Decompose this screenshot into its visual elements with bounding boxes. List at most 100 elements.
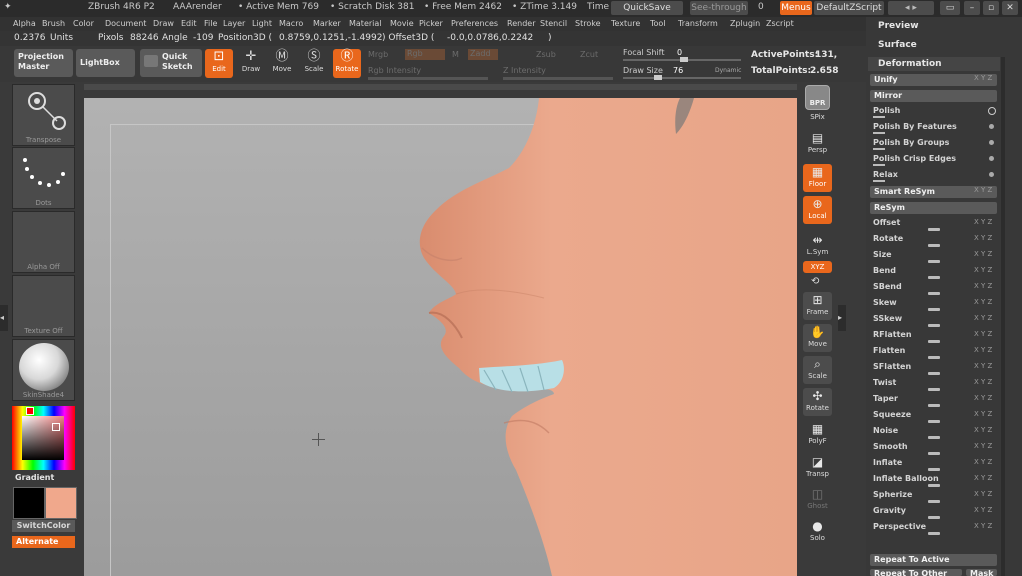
solo-button[interactable]: ● Solo	[803, 518, 832, 546]
deform-flatten-slider[interactable]	[928, 356, 940, 359]
deform-smooth-slider[interactable]	[928, 452, 940, 455]
deform-rflatten-xyz[interactable]: X Y Z	[974, 330, 992, 338]
polish-toggle-icon[interactable]	[988, 107, 996, 115]
deform-spherize-slider[interactable]	[928, 500, 940, 503]
polish-by-features-slider[interactable]	[873, 132, 885, 134]
color-picker-cursor[interactable]	[52, 423, 60, 431]
zadd-button[interactable]: Zadd	[468, 49, 498, 60]
polish-by-groups-slider[interactable]	[873, 148, 885, 150]
menu-texture[interactable]: Texture	[611, 19, 640, 28]
menu-brush[interactable]: Brush	[42, 19, 65, 28]
scale-view-button[interactable]: ⌕ Scale	[803, 356, 832, 384]
deform-rotate-xyz[interactable]: X Y Z	[974, 234, 992, 242]
deform-inflate-balloon-xyz[interactable]: X Y Z	[974, 474, 992, 482]
unify-xyz[interactable]: X Y Z	[974, 74, 992, 82]
mrgb-button[interactable]: Mrgb	[368, 50, 388, 59]
scale-button[interactable]: Ⓢ Scale	[300, 49, 328, 78]
quicksave-button[interactable]: QuickSave	[611, 1, 683, 15]
alpha-slot[interactable]: Alpha Off	[12, 211, 75, 273]
deform-rflatten-slider[interactable]	[928, 340, 940, 343]
minimize-icon[interactable]: –	[964, 1, 980, 15]
deform-perspective-slider[interactable]	[928, 532, 940, 535]
edit-button[interactable]: ⊡ Edit	[205, 49, 233, 78]
deform-inflate-balloon-slider[interactable]	[928, 484, 940, 487]
deform-spherize-xyz[interactable]: X Y Z	[974, 490, 992, 498]
zcut-button[interactable]: Zcut	[580, 50, 598, 59]
rotate-view-button[interactable]: ✣ Rotate	[803, 388, 832, 416]
deformation-header[interactable]: Deformation	[868, 57, 1000, 71]
deform-taper-xyz[interactable]: X Y Z	[974, 394, 992, 402]
polyf-button[interactable]: ▦ PolyF	[803, 421, 832, 449]
lsym-button[interactable]: ⇹ L.Sym	[803, 232, 832, 260]
deform-sbend-slider[interactable]	[928, 292, 940, 295]
deform-offset-xyz[interactable]: X Y Z	[974, 218, 992, 226]
frame-button[interactable]: ⊞ Frame	[803, 292, 832, 320]
move-button[interactable]: Ⓜ Move	[268, 49, 296, 78]
palette-scrollbar[interactable]	[1001, 57, 1005, 576]
deform-smooth-xyz[interactable]: X Y Z	[974, 442, 992, 450]
hue-cursor[interactable]	[26, 407, 34, 415]
color-picker[interactable]	[12, 406, 75, 470]
resym-button[interactable]: ReSym	[870, 202, 997, 214]
menu-zscript[interactable]: Zscript	[766, 19, 794, 28]
quick-sketch-button[interactable]: Quick Sketch	[140, 49, 202, 77]
alternate-button[interactable]: Alternate	[12, 536, 75, 548]
deform-sskew-xyz[interactable]: X Y Z	[974, 314, 992, 322]
z-intensity-slider[interactable]: Z Intensity	[503, 66, 546, 75]
deform-squeeze-xyz[interactable]: X Y Z	[974, 410, 992, 418]
secondary-color-swatch[interactable]	[45, 487, 77, 519]
deform-size-slider[interactable]	[928, 260, 940, 263]
deform-twist-xyz[interactable]: X Y Z	[974, 378, 992, 386]
m-button[interactable]: M	[452, 50, 459, 59]
menu-render[interactable]: Render	[507, 19, 535, 28]
deform-rotate-slider[interactable]	[928, 244, 940, 247]
rgb-intensity-slider[interactable]: Rgb Intensity	[368, 66, 421, 75]
local-button[interactable]: ⊕ Local	[803, 196, 832, 224]
maximize-icon[interactable]: ▫	[983, 1, 999, 15]
deform-skew-xyz[interactable]: X Y Z	[974, 298, 992, 306]
deform-sskew-slider[interactable]	[928, 324, 940, 327]
relax-dot-icon[interactable]	[989, 172, 994, 177]
deform-noise-slider[interactable]	[928, 436, 940, 439]
repeat-to-active-button[interactable]: Repeat To Active	[870, 554, 997, 566]
polish-by-groups-dot-icon[interactable]	[989, 140, 994, 145]
deform-taper-slider[interactable]	[928, 404, 940, 407]
persp-button[interactable]: ▤ Persp	[803, 130, 832, 158]
head-model-3d[interactable]	[84, 98, 797, 576]
deform-skew-slider[interactable]	[928, 308, 940, 311]
deform-noise-xyz[interactable]: X Y Z	[974, 426, 992, 434]
projection-master-button[interactable]: Projection Master	[14, 49, 73, 77]
menu-color[interactable]: Color	[73, 19, 94, 28]
rotate-button[interactable]: Ⓡ Rotate	[333, 49, 361, 78]
preview-tab[interactable]: Preview	[878, 21, 919, 31]
focal-shift-handle[interactable]	[680, 57, 688, 62]
right-tray-arrow-icon[interactable]: ▸	[838, 305, 846, 331]
menu-layer[interactable]: Layer	[223, 19, 245, 28]
move-view-button[interactable]: ✋ Move	[803, 324, 832, 352]
deform-twist-slider[interactable]	[928, 388, 940, 391]
menu-stroke[interactable]: Stroke	[575, 19, 601, 28]
arrows-icon[interactable]: ◂ ▸	[888, 1, 934, 15]
deform-offset-slider[interactable]	[928, 228, 940, 231]
menu-light[interactable]: Light	[252, 19, 272, 28]
main-color-swatch[interactable]	[13, 487, 45, 519]
deform-flatten-xyz[interactable]: X Y Z	[974, 346, 992, 354]
polish-slider[interactable]	[873, 116, 885, 118]
deform-bend-xyz[interactable]: X Y Z	[974, 266, 992, 274]
rgb-intensity-track[interactable]	[368, 77, 488, 80]
deform-bend-slider[interactable]	[928, 276, 940, 279]
deform-sflatten-slider[interactable]	[928, 372, 940, 375]
menu-tool[interactable]: Tool	[650, 19, 666, 28]
deform-gravity-slider[interactable]	[928, 516, 940, 519]
document-canvas[interactable]	[84, 98, 797, 576]
polish-crisp-edges-slider[interactable]	[873, 164, 885, 166]
stroke-slot[interactable]: Dots	[12, 147, 75, 209]
menu-material[interactable]: Material	[349, 19, 382, 28]
surface-tab[interactable]: Surface	[878, 40, 917, 50]
see-through-slider[interactable]: See-through	[690, 1, 748, 15]
menu-draw[interactable]: Draw	[153, 19, 174, 28]
z-intensity-track[interactable]	[503, 77, 613, 80]
repeat-to-other-button[interactable]: Repeat To Other	[870, 569, 962, 576]
menu-marker[interactable]: Marker	[313, 19, 341, 28]
menu-picker[interactable]: Picker	[419, 19, 443, 28]
